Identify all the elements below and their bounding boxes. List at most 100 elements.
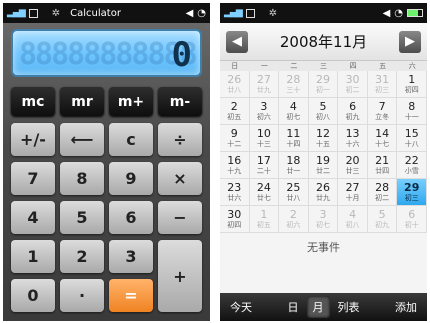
- day-cell[interactable]: 26 廿九: [308, 179, 339, 206]
- day-cell[interactable]: 2 初五: [220, 98, 250, 125]
- day-cell[interactable]: 4 初七: [279, 98, 309, 125]
- lunar-date: 十五: [315, 139, 330, 148]
- day-cell[interactable]: 29 初一: [308, 71, 339, 98]
- digit-7-button[interactable]: 7: [11, 162, 55, 195]
- decimal-button[interactable]: ·: [60, 279, 104, 312]
- day-number: 1: [408, 72, 416, 86]
- mc-button[interactable]: mc: [11, 87, 55, 116]
- day-cell[interactable]: 17 二十: [249, 152, 280, 179]
- digit-9-button[interactable]: 9: [109, 162, 153, 195]
- day-number: 17: [256, 153, 271, 167]
- day-cell[interactable]: 16 十九: [220, 152, 250, 179]
- digit-4-button[interactable]: 4: [11, 201, 55, 234]
- digit-3-button[interactable]: 3: [109, 240, 153, 273]
- month-view-button[interactable]: 月: [306, 296, 330, 318]
- month-title: 2008年11月: [279, 33, 368, 51]
- day-number: 10: [256, 126, 271, 140]
- day-cell[interactable]: 28 初二: [367, 179, 398, 206]
- day-number: 20: [345, 153, 360, 167]
- day-cell[interactable]: 11 十四: [279, 125, 309, 152]
- digit-0-button[interactable]: 0: [11, 279, 55, 312]
- lunar-date: 十四: [286, 139, 301, 148]
- digit-6-button[interactable]: 6: [109, 201, 153, 234]
- lunar-date: 初三: [404, 193, 419, 202]
- day-cell[interactable]: 2 初六: [279, 206, 309, 233]
- day-cell[interactable]: 1 初五: [249, 206, 280, 233]
- day-number: 30: [227, 207, 242, 221]
- subtract-button[interactable]: −: [158, 201, 202, 234]
- day-cell[interactable]: 13 十六: [338, 125, 368, 152]
- day-cell[interactable]: 6 初十: [397, 206, 427, 233]
- day-cell[interactable]: 30 初四: [220, 206, 250, 233]
- day-cell[interactable]: 3 初七: [308, 206, 339, 233]
- day-cell[interactable]: 22 小雪: [397, 152, 427, 179]
- add-event-button[interactable]: 添加: [389, 296, 423, 318]
- mr-button[interactable]: mr: [60, 87, 104, 116]
- lunar-date: 廿二: [315, 166, 330, 175]
- day-cell[interactable]: 14 十七: [367, 125, 398, 152]
- day-cell[interactable]: 6 初九: [338, 98, 368, 125]
- day-cell-today[interactable]: 29 初三: [397, 179, 427, 206]
- day-cell[interactable]: 28 三十: [279, 71, 309, 98]
- day-cell[interactable]: 20 廿三: [338, 152, 368, 179]
- day-cell[interactable]: 3 初六: [249, 98, 280, 125]
- day-cell[interactable]: 23 廿六: [220, 179, 250, 206]
- day-cell[interactable]: 9 十二: [220, 125, 250, 152]
- m-plus-button[interactable]: m+: [109, 87, 153, 116]
- lunar-date: 二十: [256, 166, 271, 175]
- day-number: 3: [260, 99, 268, 113]
- prev-month-button[interactable]: ◀: [226, 30, 248, 53]
- next-month-button[interactable]: ▶: [398, 30, 421, 53]
- digit-1-button[interactable]: 1: [11, 240, 55, 273]
- day-cell[interactable]: 19 廿二: [308, 152, 339, 179]
- day-cell[interactable]: 30 初二: [338, 71, 368, 98]
- lunar-date: 初九: [375, 220, 390, 229]
- lunar-date: 廿四: [375, 166, 390, 175]
- digit-2-button[interactable]: 2: [60, 240, 104, 273]
- day-cell[interactable]: 8 十一: [397, 98, 427, 125]
- lunar-date: 初二: [345, 85, 360, 94]
- lunar-date: 十九: [227, 166, 242, 175]
- lunar-date: 初八: [315, 112, 330, 121]
- day-number: 13: [345, 126, 360, 140]
- day-cell[interactable]: 5 初九: [367, 206, 398, 233]
- clear-button[interactable]: c: [109, 123, 153, 156]
- day-cell[interactable]: 26 廿八: [220, 71, 250, 98]
- weekday-label: 五: [379, 62, 387, 70]
- day-cell[interactable]: 24 廿七: [249, 179, 280, 206]
- add-button[interactable]: +: [158, 240, 202, 312]
- day-number: 23: [227, 180, 242, 194]
- digit-5-button[interactable]: 5: [60, 201, 104, 234]
- day-cell[interactable]: 18 廿一: [279, 152, 309, 179]
- today-button[interactable]: 今天: [224, 296, 258, 318]
- backspace-button[interactable]: ⟵: [60, 123, 104, 156]
- day-view-button[interactable]: 日: [282, 296, 305, 318]
- divide-button[interactable]: ÷: [158, 123, 202, 156]
- day-cell[interactable]: 27 十月: [338, 179, 368, 206]
- lunar-date: 初六: [256, 112, 271, 121]
- m-minus-button[interactable]: m-: [158, 87, 202, 116]
- day-cell[interactable]: 5 初八: [308, 98, 339, 125]
- day-cell[interactable]: 25 廿八: [279, 179, 309, 206]
- day-cell[interactable]: 27 廿九: [249, 71, 280, 98]
- day-cell[interactable]: 21 廿四: [367, 152, 398, 179]
- equals-button[interactable]: =: [109, 279, 153, 312]
- day-cell[interactable]: 12 十五: [308, 125, 339, 152]
- day-number: 18: [286, 153, 301, 167]
- day-number: 2: [289, 207, 297, 221]
- day-number: 21: [375, 153, 390, 167]
- day-cell[interactable]: 1 初四: [397, 71, 427, 98]
- day-cell[interactable]: 15 十八: [397, 125, 427, 152]
- sign-toggle-button[interactable]: +/-: [11, 123, 55, 156]
- no-event-label: 无事件: [307, 241, 340, 254]
- digit-8-button[interactable]: 8: [60, 162, 104, 195]
- day-cell[interactable]: 7 立冬: [367, 98, 398, 125]
- sim-icon: [245, 8, 255, 18]
- day-cell[interactable]: 4 初八: [338, 206, 368, 233]
- lunar-date: 廿三: [345, 166, 360, 175]
- list-view-button[interactable]: 列表: [332, 296, 366, 318]
- multiply-button[interactable]: ×: [158, 162, 202, 195]
- day-number: 9: [230, 126, 238, 140]
- day-cell[interactable]: 31 初三: [367, 71, 398, 98]
- day-cell[interactable]: 10 十三: [249, 125, 280, 152]
